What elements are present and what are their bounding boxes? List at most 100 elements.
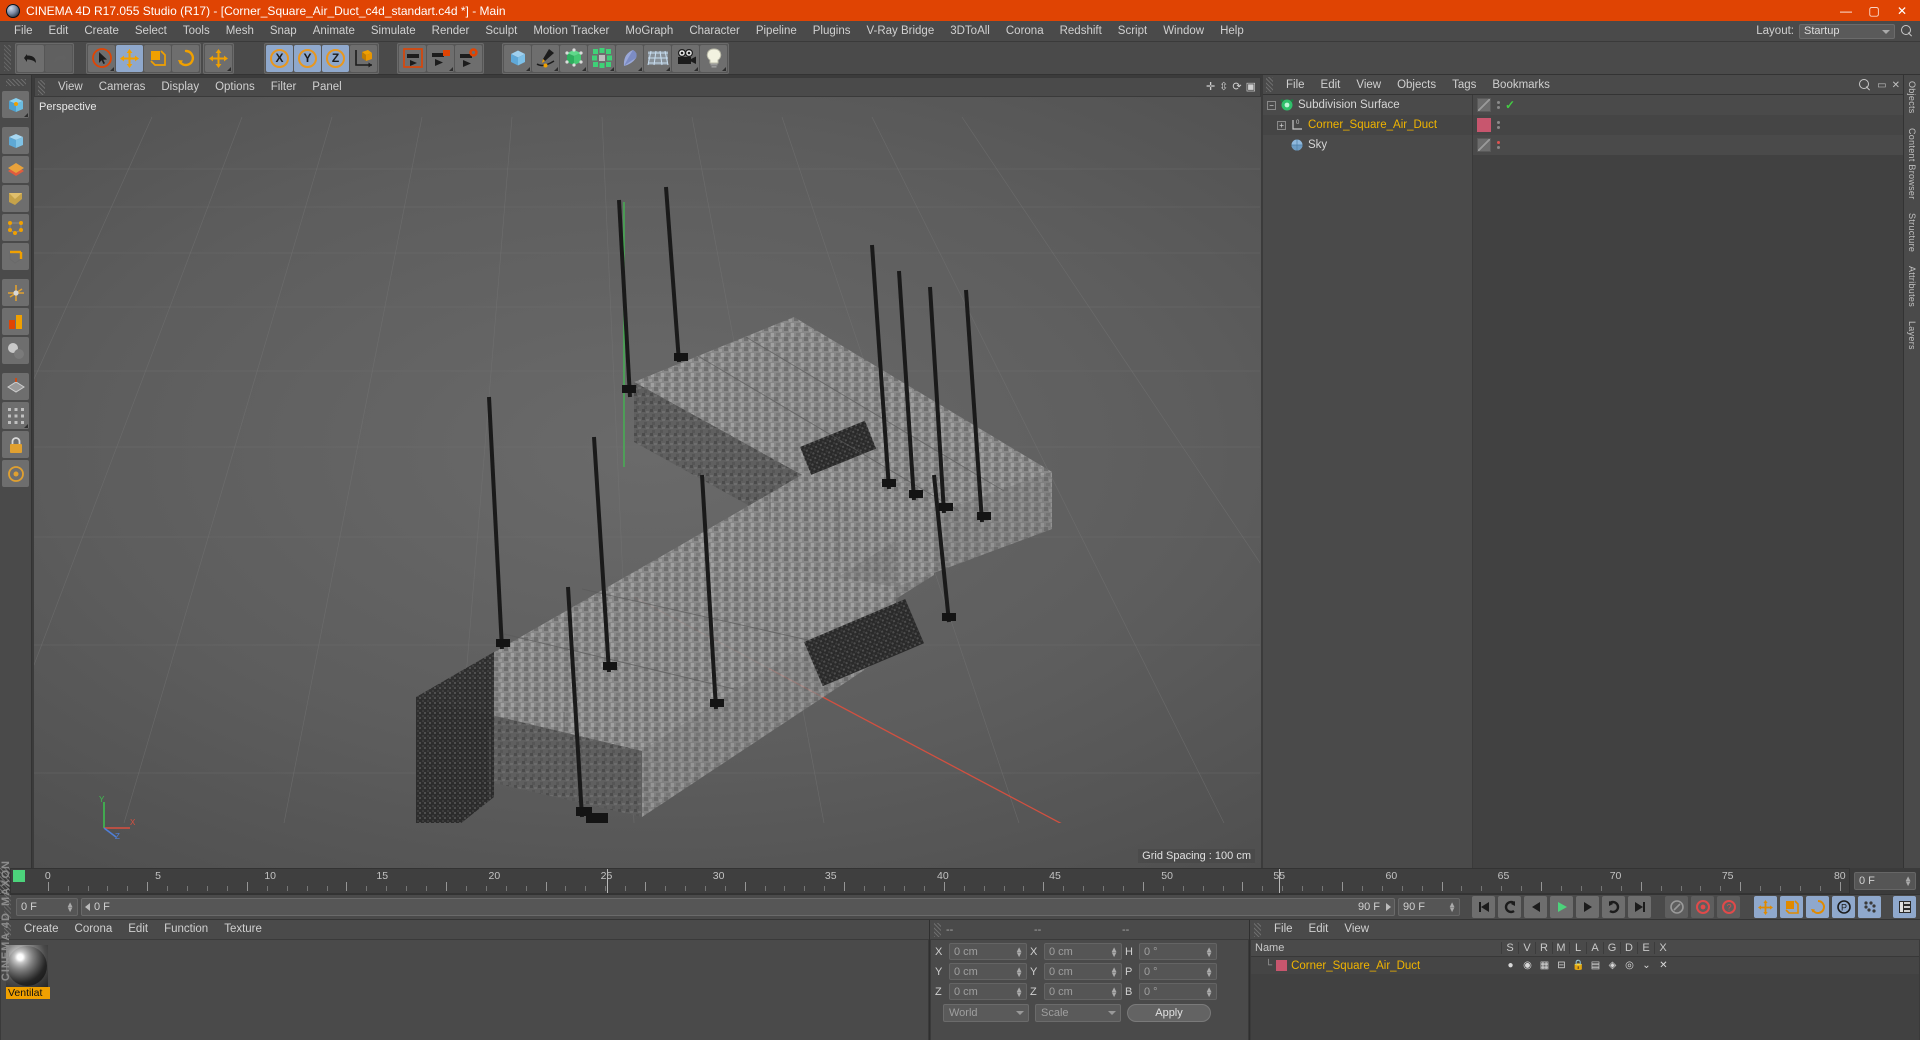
parameter-key-button[interactable]: P — [1832, 896, 1855, 918]
column-g[interactable]: G — [1603, 942, 1620, 954]
visibility-dots-icon[interactable] — [1495, 101, 1501, 109]
add-mograph-button[interactable] — [588, 44, 615, 72]
coordinates-grip[interactable] — [934, 922, 941, 937]
texture-mode-tool[interactable] — [2, 156, 29, 183]
menu-item-plugins[interactable]: Plugins — [805, 21, 859, 42]
render-view-button[interactable] — [399, 44, 426, 72]
coord-input-size-z[interactable]: 0 cm ▲ ▼ — [1044, 983, 1122, 1000]
object-row-subdivision-surface[interactable]: − Subdivision Surface — [1263, 95, 1472, 115]
render-icon[interactable]: ▦ — [1538, 959, 1551, 972]
column-a[interactable]: A — [1586, 942, 1603, 954]
expander-expand-icon[interactable]: + — [1277, 120, 1286, 130]
menu-item-tools[interactable]: Tools — [175, 21, 218, 42]
z-axis-lock[interactable]: Z — [322, 44, 349, 72]
coordinate-mode-dropdown[interactable]: Scale — [1035, 1004, 1121, 1022]
play-backward-frame-button[interactable] — [1498, 896, 1521, 918]
add-scene-button[interactable] — [644, 44, 671, 72]
left-toolbar-grip[interactable] — [5, 79, 26, 86]
menu-item-edit[interactable]: Edit — [41, 21, 77, 42]
column-m[interactable]: M — [1552, 942, 1569, 954]
tab-layers[interactable]: Layers — [1907, 321, 1917, 350]
coord-input-size-x[interactable]: 0 cm ▲ ▼ — [1044, 943, 1122, 960]
om-menu-edit[interactable]: Edit — [1313, 75, 1349, 95]
viewport-menu-options[interactable]: Options — [207, 77, 263, 97]
maximize-button[interactable]: ▢ — [1860, 0, 1888, 21]
rotate-tool[interactable] — [172, 44, 199, 72]
render-to-picture-viewer-button[interactable] — [427, 44, 454, 72]
viewport-3d[interactable]: Perspective Y X Z Grid Spacing: 100 cm — [34, 97, 1261, 868]
make-editable-tool[interactable] — [2, 91, 29, 118]
viewport-menu-cameras[interactable]: Cameras — [91, 77, 154, 97]
menu-item-corona[interactable]: Corona — [998, 21, 1052, 42]
toolbar-grip[interactable] — [4, 45, 11, 71]
menu-item-snap[interactable]: Snap — [262, 21, 305, 42]
object-row-corner-square-air-duct[interactable]: + 0 Corner_Square_Air_Duct — [1263, 115, 1472, 135]
coordinate-system-dropdown[interactable]: World — [943, 1004, 1029, 1022]
minimize-panel-icon[interactable]: ▭ — [1877, 80, 1886, 91]
mat-menu-texture[interactable]: Texture — [216, 920, 270, 939]
visibility-toggle-icon[interactable] — [1477, 98, 1491, 112]
go-to-start-button[interactable] — [1472, 896, 1495, 918]
tab-objects[interactable]: Objects — [1907, 81, 1917, 114]
workplane-tool[interactable] — [2, 373, 29, 400]
record-active-objects-button[interactable] — [1665, 896, 1688, 918]
manager-icon[interactable]: ⊟ — [1555, 959, 1568, 972]
current-frame-input[interactable]: 0 F ▲ ▼ — [16, 898, 78, 916]
visibility-dots-icon[interactable] — [1495, 121, 1501, 129]
menu-item-file[interactable]: File — [6, 21, 41, 42]
enabled-check-icon[interactable]: ✓ — [1505, 98, 1515, 112]
world-object-coordinates-button[interactable] — [350, 44, 377, 72]
menu-item-animate[interactable]: Animate — [305, 21, 363, 42]
polygon-mode-tool[interactable] — [2, 185, 29, 212]
go-to-end-button[interactable] — [1628, 896, 1651, 918]
menu-item-vray-bridge[interactable]: V-Ray Bridge — [858, 21, 942, 42]
live-selection-tool[interactable] — [88, 44, 115, 72]
object-row-sky[interactable]: Sky — [1263, 135, 1472, 155]
menu-item-character[interactable]: Character — [681, 21, 748, 42]
previous-frame-button[interactable] — [1524, 896, 1547, 918]
add-spline-button[interactable] — [532, 44, 559, 72]
mat-menu-function[interactable]: Function — [156, 920, 216, 939]
layout-dropdown[interactable]: Startup — [1799, 23, 1895, 39]
spinner-icon[interactable]: ▲ ▼ — [1110, 946, 1118, 959]
menu-item-help[interactable]: Help — [1212, 21, 1252, 42]
move-axis-tool[interactable] — [205, 44, 232, 72]
add-generator-button[interactable] — [560, 44, 587, 72]
attr-menu-view[interactable]: View — [1336, 920, 1377, 939]
spinner-icon[interactable]: ▲ ▼ — [1448, 901, 1456, 914]
menu-item-simulate[interactable]: Simulate — [363, 21, 424, 42]
timeline-ruler[interactable]: 0 5 10 15 20 25 30 35 40 45 50 55 60 65 … — [10, 868, 1850, 894]
undo-button[interactable] — [17, 44, 44, 72]
menu-item-script[interactable]: Script — [1110, 21, 1155, 42]
object-manager-grip[interactable] — [1266, 77, 1273, 92]
enable-axis-modification-tool[interactable] — [2, 308, 29, 335]
points-mode-tool[interactable] — [2, 214, 29, 241]
add-light-button[interactable] — [700, 44, 727, 72]
spinner-icon[interactable]: ▲ ▼ — [1205, 966, 1213, 979]
generator-icon[interactable]: ◈ — [1606, 959, 1619, 972]
om-menu-objects[interactable]: Objects — [1389, 75, 1444, 95]
maximize-view-icon[interactable]: ▣ — [1246, 80, 1256, 93]
menu-item-3dtoall[interactable]: 3DToAll — [942, 21, 998, 42]
move-view-icon[interactable]: ✛ — [1206, 80, 1215, 93]
menu-item-sculpt[interactable]: Sculpt — [477, 21, 525, 42]
move-tool[interactable] — [116, 44, 143, 72]
range-left-arrow-icon[interactable] — [85, 903, 90, 911]
add-camera-button[interactable] — [672, 44, 699, 72]
next-frame-button[interactable] — [1576, 896, 1599, 918]
edges-mode-tool[interactable] — [2, 243, 29, 270]
spinner-icon[interactable]: ▲ ▼ — [1205, 946, 1213, 959]
menu-item-motion-tracker[interactable]: Motion Tracker — [525, 21, 617, 42]
layer-browser-grip[interactable] — [1254, 922, 1261, 937]
om-menu-view[interactable]: View — [1348, 75, 1389, 95]
coord-input-pos-y[interactable]: 0 cm ▲ ▼ — [949, 963, 1027, 980]
coord-input-rot-b[interactable]: 0 ° ▲ ▼ — [1139, 983, 1217, 1000]
coord-input-rot-p[interactable]: 0 ° ▲ ▼ — [1139, 963, 1217, 980]
menu-item-mesh[interactable]: Mesh — [218, 21, 262, 42]
viewport-menu-view[interactable]: View — [50, 77, 91, 97]
layer-color-swatch[interactable] — [1276, 960, 1288, 971]
om-menu-file[interactable]: File — [1278, 75, 1313, 95]
menu-item-create[interactable]: Create — [76, 21, 127, 42]
spinner-icon[interactable]: ▲ ▼ — [1110, 986, 1118, 999]
mat-menu-create[interactable]: Create — [16, 920, 67, 939]
